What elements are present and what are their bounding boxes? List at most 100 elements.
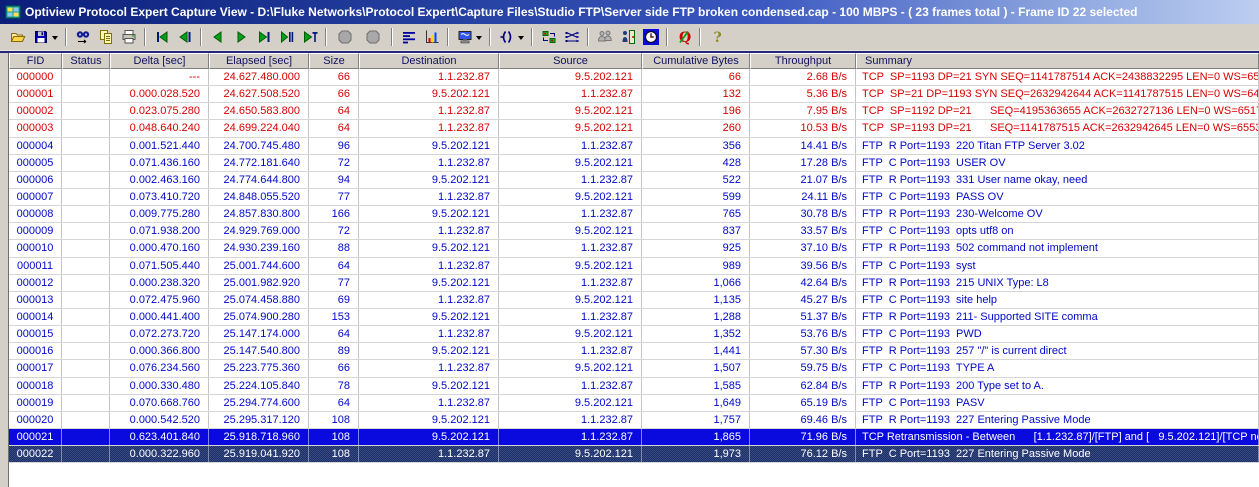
copy-button[interactable]: [94, 26, 117, 48]
cell-fid: 000008: [9, 206, 62, 222]
cell-summary: FTP R Port=1193 230-Welcome OV: [856, 206, 1259, 222]
table-row[interactable]: 0000200.000.542.52025.295.317.1201089.5.…: [9, 412, 1259, 429]
cell-size: 66: [309, 360, 359, 376]
table-row[interactable]: 0000210.623.401.84025.918.718.9601089.5.…: [9, 429, 1259, 446]
table-row[interactable]: 0000010.000.028.52024.627.508.520669.5.2…: [9, 86, 1259, 103]
column-header-destination[interactable]: Destination: [359, 53, 499, 69]
cell-destination: 1.1.232.87: [359, 446, 499, 462]
table-row[interactable]: 0000040.001.521.44024.700.745.480969.5.2…: [9, 138, 1259, 155]
prev-frame-button[interactable]: [206, 26, 229, 48]
sequence-map-button[interactable]: [560, 26, 583, 48]
goto-prev-marked-button[interactable]: [173, 26, 196, 48]
find-button[interactable]: [71, 26, 94, 48]
table-row[interactable]: 0000150.072.273.72025.147.174.000641.1.2…: [9, 326, 1259, 343]
cell-source: 1.1.232.87: [499, 378, 642, 394]
table-row[interactable]: 0000100.000.470.16024.930.239.160889.5.2…: [9, 240, 1259, 257]
cell-delta: 0.023.075.280: [110, 103, 209, 119]
goto-first-frame-button[interactable]: [150, 26, 173, 48]
table-row[interactable]: 0000170.076.234.56025.223.775.360661.1.2…: [9, 360, 1259, 377]
capture-view-dropdown-caret[interactable]: [476, 36, 482, 43]
column-header-status[interactable]: Status: [62, 53, 110, 69]
swap-stations-button[interactable]: [537, 26, 560, 48]
capture-filter-button[interactable]: [495, 26, 527, 48]
table-row[interactable]: 0000050.071.436.16024.772.181.640721.1.2…: [9, 155, 1259, 172]
cell-status: [62, 69, 110, 85]
cell-destination: 9.5.202.121: [359, 86, 499, 102]
save-button[interactable]: [29, 26, 61, 48]
cell-status: [62, 172, 110, 188]
table-row[interactable]: 0000220.000.322.96025.919.041.9201081.1.…: [9, 446, 1259, 463]
column-header-fid[interactable]: FID: [9, 53, 62, 69]
stop-all-button[interactable]: [359, 26, 387, 48]
cell-delta: 0.000.238.320: [110, 275, 209, 291]
cell-source: 9.5.202.121: [499, 446, 642, 462]
column-header-summary[interactable]: Summary: [856, 53, 1259, 69]
toolbar-separator: [200, 28, 202, 46]
goto-trigger-button[interactable]: [298, 26, 321, 48]
cell-status: [62, 326, 110, 342]
cell-fid: 000019: [9, 395, 62, 411]
table-row[interactable]: 0000120.000.238.32025.001.982.920779.5.2…: [9, 275, 1259, 292]
save-dropdown-caret[interactable]: [52, 36, 58, 43]
column-header-throughput[interactable]: Throughput: [750, 53, 856, 69]
cell-delta: 0.071.436.160: [110, 155, 209, 171]
cell-status: [62, 258, 110, 274]
cell-fid: 000001: [9, 86, 62, 102]
cell-cumulative_bytes: 1,973: [642, 446, 750, 462]
help-button[interactable]: ?: [705, 26, 728, 48]
timestamp-button[interactable]: [639, 26, 662, 48]
column-header-cumulative_bytes[interactable]: Cumulative Bytes: [642, 53, 750, 69]
next-frame-button[interactable]: [229, 26, 252, 48]
cell-source: 9.5.202.121: [499, 155, 642, 171]
print-button[interactable]: [117, 26, 140, 48]
cell-summary: FTP C Port=1193 TYPE A: [856, 360, 1259, 376]
summary-view-button[interactable]: [397, 26, 420, 48]
cell-destination: 9.5.202.121: [359, 343, 499, 359]
capture-view-button[interactable]: [453, 26, 485, 48]
qos-button[interactable]: Q: [672, 26, 695, 48]
cell-size: 64: [309, 258, 359, 274]
cell-source: 9.5.202.121: [499, 395, 642, 411]
cell-source: 1.1.232.87: [499, 309, 642, 325]
cell-status: [62, 292, 110, 308]
cell-destination: 1.1.232.87: [359, 103, 499, 119]
open-button[interactable]: [6, 26, 29, 48]
open-folder-icon: [10, 29, 26, 45]
title-bar[interactable]: Optiview Protocol Expert Capture View - …: [0, 0, 1259, 24]
cell-throughput: 39.56 B/s: [750, 258, 856, 274]
table-row[interactable]: 0000080.009.775.28024.857.830.8001669.5.…: [9, 206, 1259, 223]
table-row[interactable]: 0000060.002.463.16024.774.644.800949.5.2…: [9, 172, 1259, 189]
cell-size: 69: [309, 292, 359, 308]
column-header-size[interactable]: Size: [309, 53, 359, 69]
table-row[interactable]: 0000070.073.410.72024.848.055.520771.1.2…: [9, 189, 1259, 206]
experts-button[interactable]: [593, 26, 616, 48]
column-header-elapsed[interactable]: Elapsed [sec]: [209, 53, 309, 69]
goto-last-frame-button[interactable]: [275, 26, 298, 48]
table-row[interactable]: 0000160.000.366.80025.147.540.800899.5.2…: [9, 343, 1259, 360]
table-row[interactable]: 0000130.072.475.96025.074.458.880691.1.2…: [9, 292, 1259, 309]
goto-next-marked-button[interactable]: [252, 26, 275, 48]
cell-cumulative_bytes: 989: [642, 258, 750, 274]
cell-cumulative_bytes: 837: [642, 223, 750, 239]
table-row[interactable]: 0000140.000.441.40025.074.900.2801539.5.…: [9, 309, 1259, 326]
cell-cumulative_bytes: 428: [642, 155, 750, 171]
column-header-source[interactable]: Source: [499, 53, 642, 69]
cell-fid: 000006: [9, 172, 62, 188]
red-q-slash-icon: Q: [676, 29, 692, 45]
table-row[interactable]: 0000090.071.938.20024.929.769.000721.1.2…: [9, 223, 1259, 240]
cell-fid: 000014: [9, 309, 62, 325]
cell-delta: 0.009.775.280: [110, 206, 209, 222]
table-row[interactable]: 0000110.071.505.44025.001.744.600641.1.2…: [9, 258, 1259, 275]
table-row[interactable]: 0000030.048.640.24024.699.224.040641.1.2…: [9, 120, 1259, 137]
table-row[interactable]: 0000190.070.668.76025.294.774.600641.1.2…: [9, 395, 1259, 412]
table-row[interactable]: 0000180.000.330.48025.224.105.840789.5.2…: [9, 378, 1259, 395]
cell-fid: 000009: [9, 223, 62, 239]
column-header-delta[interactable]: Delta [sec]: [110, 53, 209, 69]
cell-throughput: 71.96 B/s: [750, 429, 856, 445]
filter-dropdown-caret[interactable]: [518, 36, 524, 43]
table-row[interactable]: 000000---24.627.480.000661.1.232.879.5.2…: [9, 69, 1259, 86]
table-row[interactable]: 0000020.023.075.28024.650.583.800641.1.2…: [9, 103, 1259, 120]
stop-button[interactable]: [331, 26, 359, 48]
logout-capture-button[interactable]: [616, 26, 639, 48]
statistics-button[interactable]: [420, 26, 443, 48]
